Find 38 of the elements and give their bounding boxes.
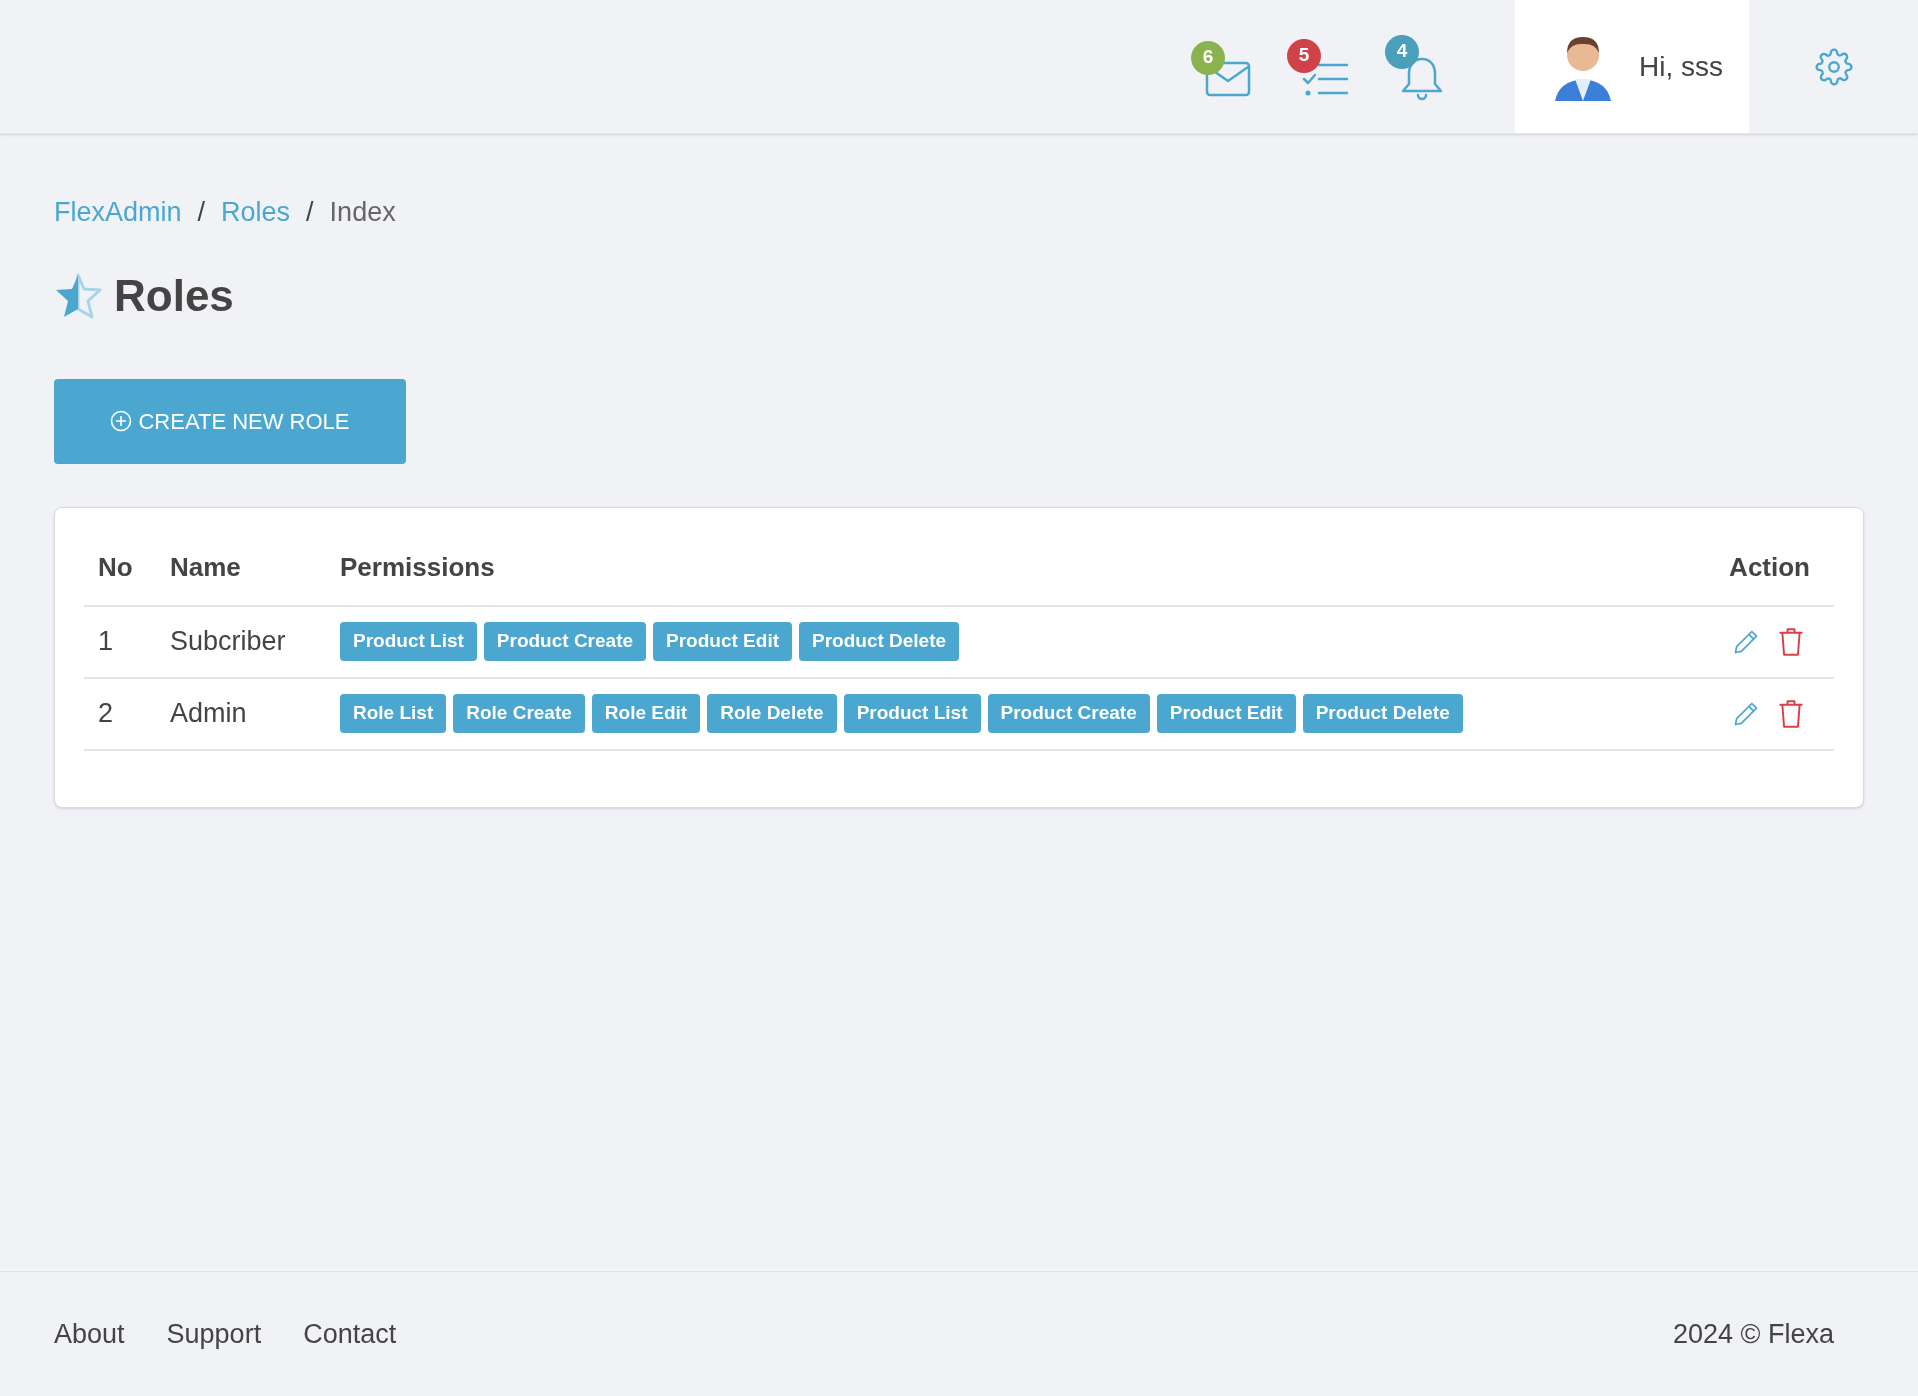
table-cell: Subcriber — [170, 605, 340, 678]
breadcrumb-separator: / — [306, 196, 314, 229]
permission-tag: Role Create — [453, 694, 585, 733]
permission-tag: Product Delete — [1302, 694, 1463, 733]
count-badge-tooltip: 6 — [1191, 40, 1225, 75]
footer-link[interactable]: About — [54, 1313, 125, 1355]
table-cell: Admin — [170, 677, 340, 750]
table-cell: 2 — [84, 677, 170, 750]
copyright-text: 2024 © Flexa — [1673, 1317, 1834, 1351]
permission-tag: Product List — [340, 622, 477, 661]
count-badge-tooltip: 4 — [1385, 34, 1419, 69]
count-badge-tooltip: 5 — [1287, 38, 1321, 73]
column-header: Permissions — [340, 547, 1707, 606]
column-header: No — [84, 547, 170, 606]
breadcrumb-separator: / — [197, 196, 206, 229]
star-icon — [54, 272, 102, 319]
delete-icon[interactable] — [1778, 698, 1804, 729]
permission-tag: Product Edit — [653, 622, 792, 661]
permission-tag: Product Create — [987, 694, 1150, 733]
user-greeting: Hi, sss — [1639, 49, 1723, 84]
permission-tag: Product Edit — [1156, 694, 1296, 733]
column-header: Name — [170, 547, 340, 606]
permission-tag: Role Edit — [591, 694, 701, 733]
table-cell: 1 — [84, 605, 170, 678]
page-title: Roles — [114, 269, 234, 322]
permission-tag: Product Delete — [799, 622, 960, 661]
plus-circle-icon — [110, 410, 133, 432]
permission-tag: Product Create — [483, 622, 647, 661]
footer-link[interactable]: Support — [166, 1313, 262, 1355]
settings-icon[interactable] — [1814, 47, 1853, 86]
permission-tag: Role List — [340, 694, 447, 733]
permission-tag: Product List — [843, 694, 981, 733]
footer-link[interactable]: Contact — [303, 1313, 397, 1355]
breadcrumb-current: Index — [329, 196, 396, 229]
user-panel[interactable]: Hi, sss — [1515, 0, 1749, 133]
delete-icon[interactable] — [1778, 626, 1804, 657]
column-header: Action — [1706, 547, 1834, 606]
permission-tag: Role Delete — [707, 694, 837, 733]
